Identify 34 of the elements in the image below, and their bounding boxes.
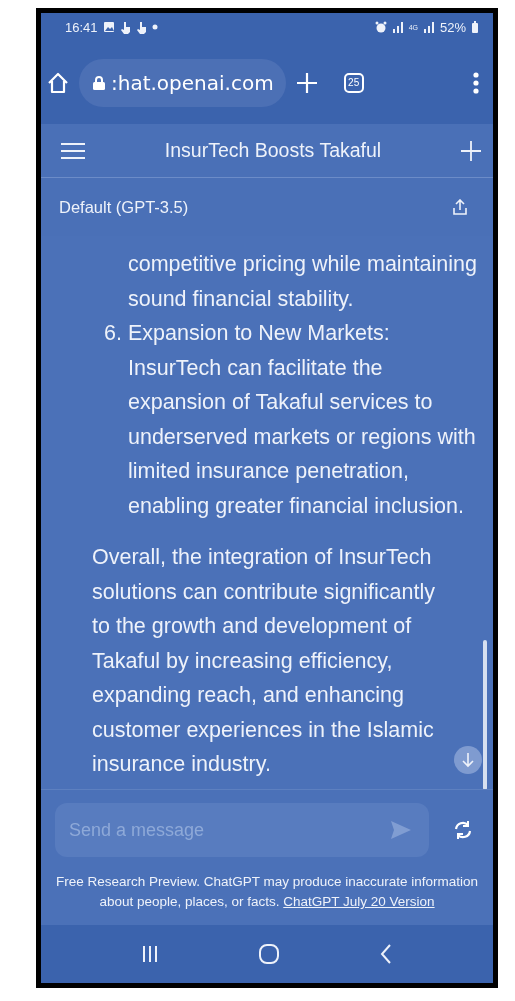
gallery-icon <box>102 21 115 33</box>
version-link[interactable]: ChatGPT July 20 Version <box>283 894 435 909</box>
regenerate-icon[interactable] <box>453 820 473 840</box>
recent-apps-icon[interactable] <box>141 945 158 963</box>
battery-percent: 52% <box>439 19 466 35</box>
list-item-text: InsurTech can facilitate the expansion of Takaful services to underserved markets or regions with limited insurance penetration, enabling greater financial inclusion. <box>128 354 477 520</box>
model-name: Default (GPT-3.5) <box>59 197 189 217</box>
new-tab-icon[interactable] <box>295 71 318 94</box>
battery-icon <box>471 21 479 33</box>
signal-icon <box>391 21 404 33</box>
list-item-title: Expansion to New Markets: <box>128 320 391 347</box>
alarm-icon <box>374 21 387 33</box>
hand-icon <box>135 20 147 34</box>
menu-icon[interactable] <box>61 142 85 159</box>
lock-icon <box>93 75 105 90</box>
dot-icon <box>151 24 158 30</box>
back-icon[interactable] <box>380 944 393 964</box>
home-icon[interactable] <box>47 71 69 94</box>
scroll-down-icon[interactable] <box>454 746 482 774</box>
home-button-icon[interactable] <box>259 944 279 964</box>
hand-icon <box>119 20 131 34</box>
address-bar[interactable]: :hat.openai.com <box>79 58 286 107</box>
disclaimer-text: Free Research Preview. ChatGPT may produce inaccurate information about people, places, or facts. ChatGPT July 20 Version <box>54 873 480 911</box>
new-chat-icon[interactable] <box>461 140 481 161</box>
list-item-text: competitive pricing while maintaining sound financial stability. <box>128 251 478 313</box>
clock-time: 16:41 <box>65 19 98 35</box>
more-icon[interactable] <box>473 71 479 94</box>
response-paragraph: Overall, the integration of InsurTech solutions can contribute significantly to the growth and development of Takaful by increasing efficiency, expanding reach, and enhancing customer experiences in the Islamic insurance industry. <box>92 544 436 778</box>
scrollbar-thumb[interactable] <box>483 640 487 789</box>
signal-icon <box>422 21 435 33</box>
tab-count-button[interactable]: 25 <box>343 72 364 93</box>
chat-title: InsurTech Boosts Takaful <box>163 139 383 162</box>
list-number: 6. <box>104 320 123 347</box>
share-icon[interactable] <box>453 199 467 215</box>
